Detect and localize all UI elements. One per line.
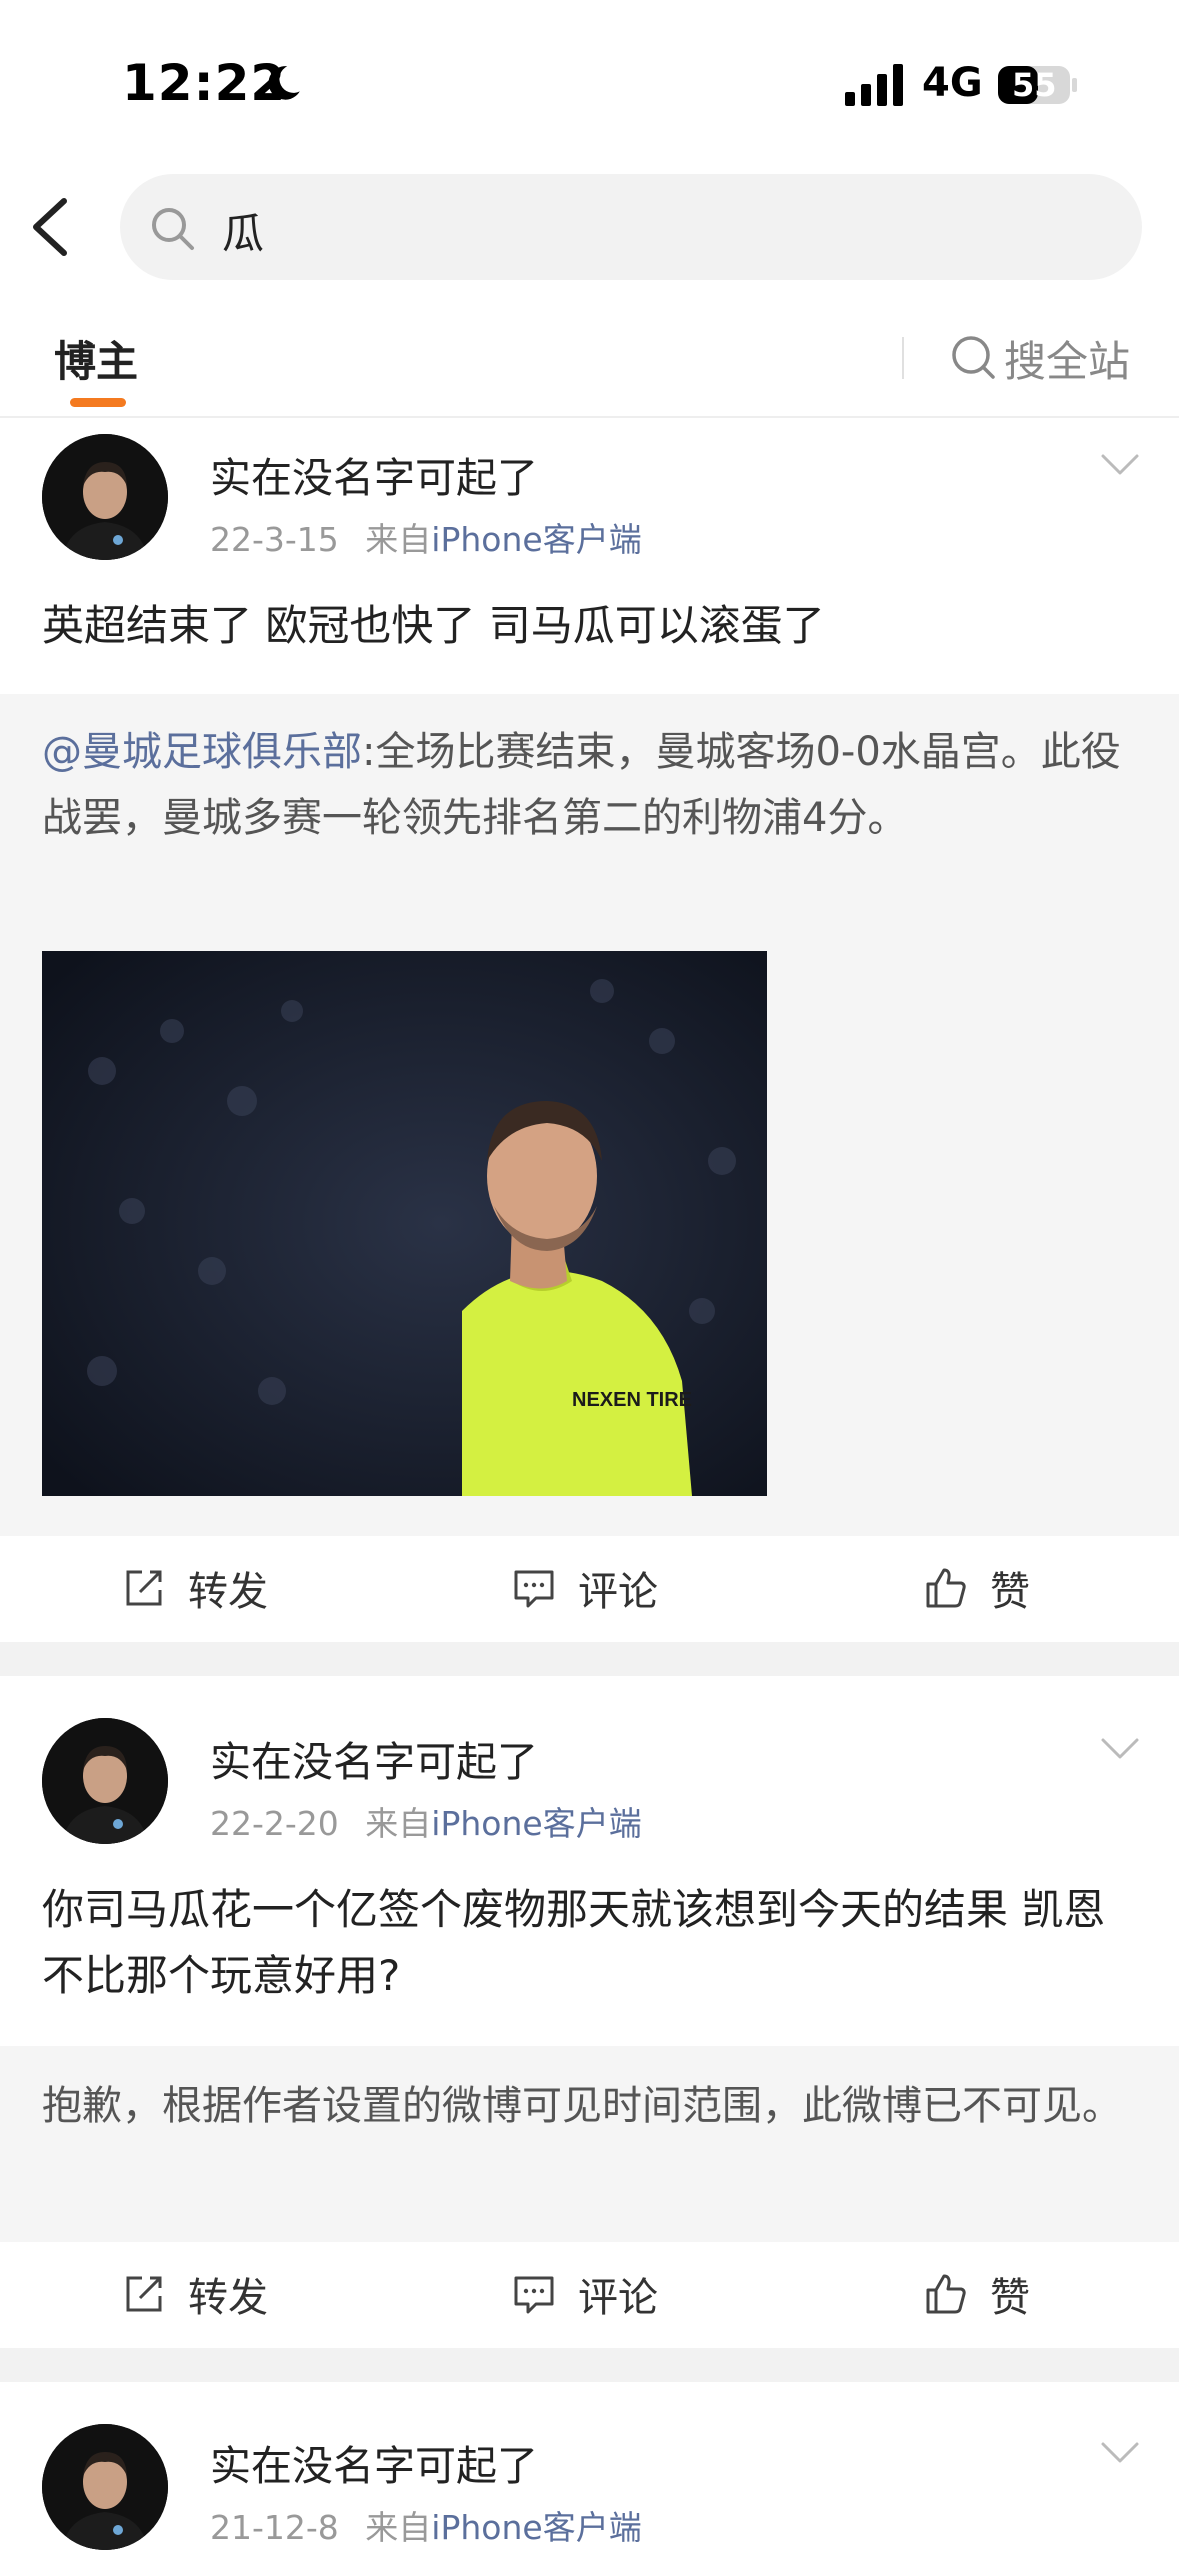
comment-icon [514, 2276, 554, 2314]
author-name[interactable]: 实在没名字可起了 [210, 444, 538, 504]
avatar[interactable] [42, 434, 168, 560]
search-query[interactable]: 瓜 [222, 200, 264, 261]
mention-link[interactable]: @曼城足球俱乐部 [42, 729, 362, 775]
thumbs-up-icon [926, 2274, 966, 2314]
comment-icon [514, 1570, 554, 1608]
search-icon [152, 208, 194, 250]
post-date: 22-3-15 [210, 520, 339, 559]
post-text: 英超结束了 欧冠也快了 司马瓜可以滚蛋了 [42, 601, 825, 650]
like-button[interactable]: 赞 [924, 2240, 1030, 2348]
post-source[interactable]: iPhone客户端 [431, 1804, 641, 1843]
comment-label: 评论 [578, 1569, 658, 1615]
post-source[interactable]: iPhone客户端 [431, 520, 641, 559]
comment-label: 评论 [578, 2275, 658, 2321]
author-name[interactable]: 实在没名字可起了 [210, 1728, 538, 1788]
moon-icon [268, 66, 300, 100]
share-icon [126, 2276, 162, 2312]
source-prefix: 来自 [365, 2508, 432, 2547]
network-type: 4G [922, 60, 983, 106]
post-source[interactable]: iPhone客户端 [431, 2508, 641, 2547]
post-date: 21-12-8 [210, 2508, 339, 2547]
share-icon [126, 1570, 162, 1606]
post-date: 22-2-20 [210, 1804, 339, 1843]
repost-unavailable-text: 抱歉，根据作者设置的微博可见时间范围，此微博已不可见。 [42, 2083, 1122, 2129]
tab-divider [902, 337, 904, 379]
chevron-down-icon[interactable] [1100, 452, 1140, 478]
like-button[interactable]: 赞 [924, 1534, 1030, 1642]
thumbs-up-icon [926, 1568, 966, 1608]
post-image[interactable]: NEXEN TIRE [42, 951, 767, 1496]
signal-icon [845, 64, 903, 106]
search-icon[interactable] [950, 334, 996, 380]
avatar[interactable] [42, 2424, 168, 2550]
author-name[interactable]: 实在没名字可起了 [210, 2432, 538, 2492]
repost-button[interactable]: 转发 [122, 1534, 268, 1642]
post-text: 你司马瓜花一个亿签个废物那天就该想到今天的结果 凯恩不比那个玩意好用? [42, 1885, 1106, 2000]
tab-active-indicator [70, 398, 126, 407]
post-separator [0, 2348, 1179, 2382]
back-icon[interactable] [28, 195, 78, 259]
search-sitewide-button[interactable]: 搜全站 [1004, 328, 1130, 389]
repost-text: @曼城足球俱乐部:全场比赛结束，曼城客场0-0水晶宫。此役战罢，曼城多赛一轮领先… [42, 719, 1142, 851]
jersey-text: NEXEN TIRE [572, 1389, 692, 1411]
repost-button[interactable]: 转发 [122, 2240, 268, 2348]
comment-button[interactable]: 评论 [512, 2240, 658, 2348]
source-prefix: 来自 [365, 520, 432, 559]
like-label: 赞 [990, 1569, 1030, 1615]
battery-icon: 55 [998, 64, 1078, 106]
like-label: 赞 [990, 2275, 1030, 2321]
source-prefix: 来自 [365, 1804, 432, 1843]
post-meta: 21-12-8 来自iPhone客户端 [210, 2501, 642, 2549]
chevron-down-icon[interactable] [1100, 1736, 1140, 1762]
battery-level: 55 [1012, 66, 1057, 104]
tab-blogger[interactable]: 博主 [54, 328, 138, 389]
chevron-down-icon[interactable] [1100, 2440, 1140, 2466]
post-meta: 22-2-20 来自iPhone客户端 [210, 1797, 642, 1845]
post-actions: 转发 评论 赞 [0, 2240, 1179, 2348]
search-input[interactable] [120, 174, 1142, 280]
post-meta: 22-3-15 来自iPhone客户端 [210, 513, 642, 561]
repost-label: 转发 [188, 2275, 268, 2321]
post-separator [0, 1642, 1179, 1676]
divider [0, 416, 1179, 418]
avatar[interactable] [42, 1718, 168, 1844]
repost-label: 转发 [188, 1569, 268, 1615]
post-actions: 转发 评论 赞 [0, 1534, 1179, 1642]
comment-button[interactable]: 评论 [512, 1534, 658, 1642]
